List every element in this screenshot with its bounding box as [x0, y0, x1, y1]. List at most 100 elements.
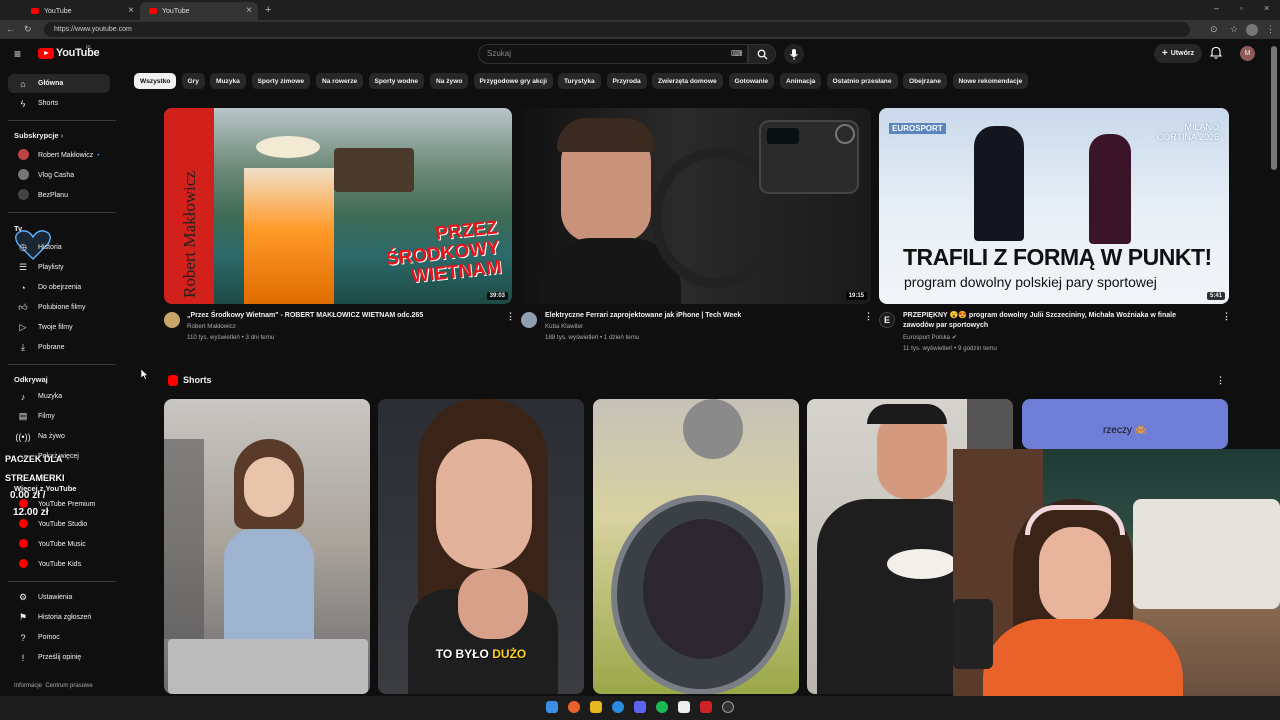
overlay-line-1: PACZEK DLA	[5, 454, 63, 464]
page-scrollbar[interactable]	[1271, 46, 1277, 170]
video-channel-name[interactable]: Eurosport Polska ✔︎	[903, 333, 957, 343]
sidebar-item-subscription[interactable]: BezPlanu	[8, 186, 110, 205]
chip-1[interactable]: Gry	[181, 73, 205, 89]
channel-avatar[interactable]	[521, 312, 537, 328]
menu-icon[interactable]: ⋮	[1266, 25, 1275, 34]
profile-icon[interactable]	[1246, 24, 1258, 36]
sidebar-item-history[interactable]: ◷ Historia	[8, 238, 110, 257]
notepad-icon[interactable]	[678, 701, 690, 713]
maximize-icon[interactable]: ▫	[1240, 5, 1243, 13]
browser-tab-1[interactable]: YouTube ×	[22, 2, 140, 20]
short-thumbnail[interactable]	[593, 399, 799, 694]
sidebar-item-liked[interactable]: 👍︎ Polubione filmy	[8, 298, 110, 317]
chip-15[interactable]: Nowe rekomendacje	[952, 73, 1029, 89]
browser-tab-2[interactable]: YouTube ×	[140, 2, 258, 20]
chip-7[interactable]: Przygodowe gry akcji	[473, 73, 553, 89]
video-menu-icon[interactable]: ⋮	[864, 311, 873, 322]
video-thumbnail[interactable]: Robert Makłowicz PRZEZ ŚRODKOWY WIETNAM …	[164, 108, 512, 304]
chip-4[interactable]: Na rowerze	[316, 73, 364, 89]
sidebar-item-watch-later[interactable]: ◔ Do obejrzenia	[8, 278, 110, 297]
chip-3[interactable]: Sporty zimowe	[251, 73, 311, 89]
short-thumbnail[interactable]: TO BYŁO DUŻO	[378, 399, 584, 694]
youtube-logo-text[interactable]: YouTube	[56, 47, 100, 59]
search-button[interactable]	[748, 44, 776, 64]
subscriptions-heading[interactable]: Subskrypcje ›	[14, 131, 63, 140]
app-icon[interactable]	[700, 701, 712, 713]
new-tab-icon[interactable]: +	[265, 5, 271, 16]
discord-icon[interactable]	[634, 701, 646, 713]
chip-10[interactable]: Zwierzęta domowe	[652, 73, 723, 89]
short-thumbnail[interactable]: rzeczy 🙈	[1022, 399, 1228, 449]
sidebar-footer-links[interactable]: Informacje Centrum prasowe	[14, 683, 93, 689]
chip-9[interactable]: Przyroda	[606, 73, 647, 89]
extensions-icon[interactable]: ⊙	[1210, 25, 1218, 34]
sidebar-item-movies[interactable]: ▤ Filmy	[8, 407, 110, 426]
windows-start-icon[interactable]	[546, 701, 558, 713]
sidebar-item-your-videos[interactable]: ▷ Twoje filmy	[8, 318, 110, 337]
video-channel-name[interactable]: Robert Makłowicz	[187, 322, 236, 332]
notifications-button[interactable]	[1209, 46, 1223, 64]
chip-5[interactable]: Sporty wodne	[368, 73, 425, 89]
edge-icon[interactable]	[612, 701, 624, 713]
video-title[interactable]: PRZEPIĘKNY 😮😍 program dowolny Julii Szcz…	[903, 311, 1213, 331]
short-thumbnail[interactable]	[164, 399, 370, 694]
shorts-menu-icon[interactable]: ⋮	[1216, 375, 1225, 386]
spotify-icon[interactable]	[656, 701, 668, 713]
sidebar-item-music[interactable]: ♪ Muzyka	[8, 387, 110, 406]
firefox-icon[interactable]	[568, 701, 580, 713]
sidebar-item-help[interactable]: ? Pomoc	[8, 628, 110, 647]
sidebar-item-kids[interactable]: YouTube Kids	[8, 555, 110, 574]
thumbnail-gauge	[767, 128, 799, 144]
sidebar-item-label: BezPlanu	[38, 192, 68, 199]
bookmark-icon[interactable]: ☆	[1230, 25, 1238, 34]
video-channel-name[interactable]: Kuba Klawiter	[545, 322, 583, 332]
video-duration: 19:15	[845, 292, 867, 300]
chip-2[interactable]: Muzyka	[210, 73, 246, 89]
keyboard-icon[interactable]: ⌨	[731, 50, 743, 58]
channel-avatar[interactable]: E	[879, 312, 895, 328]
chip-12[interactable]: Animacja	[780, 73, 822, 89]
close-window-icon[interactable]: ×	[1264, 4, 1269, 13]
close-tab-icon[interactable]: ×	[246, 5, 252, 16]
sidebar-item-feedback[interactable]: ! Prześlij opinię	[8, 648, 110, 667]
video-thumbnail[interactable]: 19:15	[521, 108, 871, 304]
thumbnail-headline: TRAFILI Z FORMĄ W PUNKT!	[903, 244, 1212, 270]
reload-icon[interactable]: ↻	[24, 25, 32, 34]
back-icon[interactable]: ←	[6, 25, 15, 34]
video-title[interactable]: Elektryczne Ferrari zaprojektowane jak i…	[545, 311, 845, 321]
channel-avatar[interactable]	[164, 312, 180, 328]
minimize-icon[interactable]: –	[1214, 4, 1219, 13]
sidebar-item-music-app[interactable]: YouTube Music	[8, 535, 110, 554]
chip-13[interactable]: Ostatnio przesłane	[826, 73, 898, 89]
chip-0[interactable]: Wszystko	[134, 73, 177, 89]
sidebar-item-settings[interactable]: ⚙ Ustawienia	[8, 588, 110, 607]
sidebar-item-shorts[interactable]: ϟ Shorts	[8, 94, 110, 113]
sidebar-item-playlists[interactable]: ☰ Playlisty	[8, 258, 110, 277]
close-tab-icon[interactable]: ×	[128, 5, 134, 16]
youtube-logo-icon[interactable]	[38, 48, 54, 59]
sidebar-item-subscription[interactable]: Vlog Casha	[8, 166, 110, 185]
sidebar-item-subscription[interactable]: Robert Makłowicz •	[8, 146, 110, 165]
chip-11[interactable]: Gotowanie	[728, 73, 775, 89]
voice-search-button[interactable]	[784, 44, 804, 64]
obs-icon[interactable]	[722, 701, 734, 713]
video-menu-icon[interactable]: ⋮	[506, 311, 515, 322]
hamburger-menu-icon[interactable]: ≡	[14, 48, 21, 60]
sidebar-item-label: YouTube Studio	[38, 521, 88, 528]
sidebar-item-downloads[interactable]: ⤓ Pobrane	[8, 338, 110, 357]
chip-14[interactable]: Obejrzane	[903, 73, 947, 89]
chip-6[interactable]: Na żywo	[430, 73, 469, 89]
url-field[interactable]: https://www.youtube.com	[44, 22, 1190, 37]
account-avatar[interactable]: M	[1240, 46, 1255, 61]
video-title[interactable]: „Przez Środkowy Wietnam" - ROBERT MAKŁOW…	[187, 311, 487, 321]
create-button[interactable]: + Utwórz	[1154, 44, 1202, 63]
gear-icon: ⚙	[18, 592, 28, 602]
sidebar-item-home[interactable]: ⌂ Główna	[8, 74, 110, 93]
video-menu-icon[interactable]: ⋮	[1222, 311, 1231, 322]
chip-8[interactable]: Turystyka	[558, 73, 601, 89]
sidebar-item-live[interactable]: ((•)) Na żywo	[8, 427, 110, 446]
file-explorer-icon[interactable]	[590, 701, 602, 713]
search-input[interactable]: Szukaj	[478, 44, 748, 64]
sidebar-item-report-history[interactable]: ⚑ Historia zgłoszeń	[8, 608, 110, 627]
video-thumbnail[interactable]: EUROSPORT MILANO CORTINA 2026 TRAFILI Z …	[879, 108, 1229, 304]
